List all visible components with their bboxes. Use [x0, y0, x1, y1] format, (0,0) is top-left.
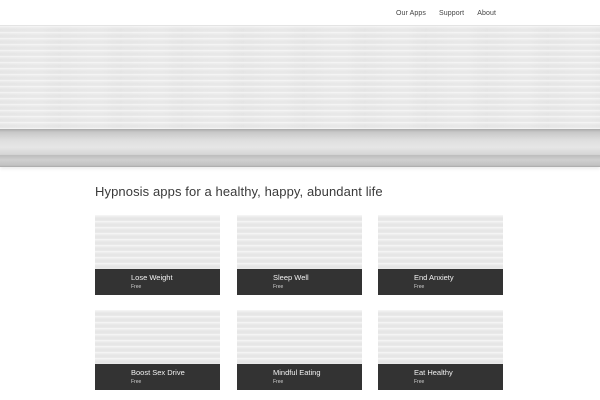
nav-link-support[interactable]: Support [439, 10, 464, 17]
app-card-caption: Mindful Eating Free [237, 364, 362, 390]
app-card-caption: Lose Weight Free [95, 269, 220, 295]
app-card-price: Free [273, 284, 284, 290]
main-nav: Our Apps Support About [396, 0, 496, 26]
app-card-title: Lose Weight [131, 273, 173, 282]
app-card-title: Mindful Eating [273, 368, 321, 377]
app-card-title: Sleep Well [273, 273, 309, 282]
app-card-price: Free [414, 379, 425, 385]
app-card-mindful-eating[interactable]: Mindful Eating Free [237, 310, 362, 390]
app-card-price: Free [414, 284, 425, 290]
app-card-title: Eat Healthy [414, 368, 453, 377]
page: Our Apps Support About Hypnosis apps for… [0, 0, 600, 400]
page-headline: Hypnosis apps for a healthy, happy, abun… [95, 184, 383, 199]
app-card-caption: Boost Sex Drive Free [95, 364, 220, 390]
nav-link-our-apps[interactable]: Our Apps [396, 10, 426, 17]
app-card-title: Boost Sex Drive [131, 368, 185, 377]
nav-link-about[interactable]: About [477, 10, 496, 17]
app-card-price: Free [131, 379, 142, 385]
hero-banner [0, 26, 600, 129]
app-card-price: Free [273, 379, 284, 385]
app-card-title: End Anxiety [414, 273, 454, 282]
app-card-lose-weight[interactable]: Lose Weight Free [95, 215, 220, 295]
app-card-sleep-well[interactable]: Sleep Well Free [237, 215, 362, 295]
app-grid: Lose Weight Free Sleep Well Free End Anx… [95, 215, 505, 400]
app-card-caption: Sleep Well Free [237, 269, 362, 295]
app-card-caption: Eat Healthy Free [378, 364, 503, 390]
app-card-price: Free [131, 284, 142, 290]
app-card-end-anxiety[interactable]: End Anxiety Free [378, 215, 503, 295]
hero-shelf [0, 129, 600, 155]
app-card-eat-healthy[interactable]: Eat Healthy Free [378, 310, 503, 390]
hero-shelf-edge [0, 155, 600, 167]
top-navigation-bar: Our Apps Support About [0, 0, 600, 26]
app-card-boost-sex-drive[interactable]: Boost Sex Drive Free [95, 310, 220, 390]
app-card-caption: End Anxiety Free [378, 269, 503, 295]
